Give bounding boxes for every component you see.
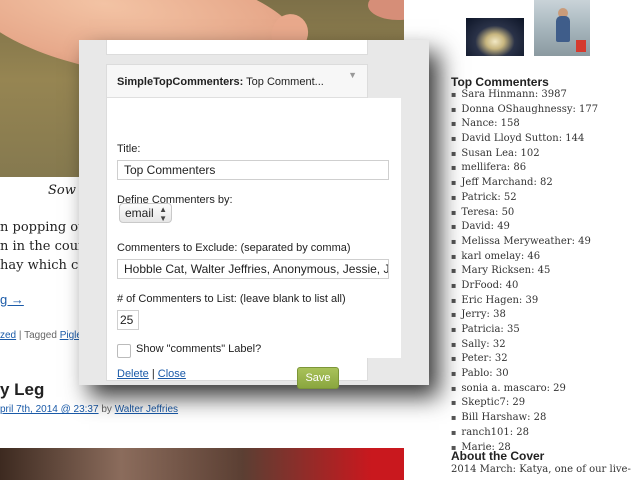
about-cover-text: 2014 March: Katya, one of our live- [451, 464, 631, 475]
top-commenters-heading: Top Commenters [451, 75, 549, 89]
commenter-item: Sara Hinmann: 3987 [451, 88, 598, 103]
show-comments-checkbox[interactable] [117, 344, 131, 358]
widget-instance-title: Top Comment... [243, 76, 324, 88]
commenter-item: Teresa: 50 [451, 206, 598, 221]
title-label: Title: [117, 143, 141, 155]
simple-top-commenters-widget: SimpleTopCommenters: Top Comment... ▼ Ti… [106, 64, 401, 389]
commenter-item: Patricia: 35 [451, 323, 598, 338]
actions-separator: | [148, 368, 158, 380]
count-label: # of Commenters to List: (leave blank to… [117, 293, 346, 305]
thumb-person [556, 16, 570, 42]
byline-by: by [98, 404, 115, 415]
continue-reading-link[interactable]: g → [0, 292, 24, 307]
save-button[interactable]: Save [297, 367, 339, 389]
commenter-item: karl omelay: 46 [451, 250, 598, 265]
commenter-item: Melissa Meryweather: 49 [451, 235, 598, 250]
sidebar-thumbnail-room[interactable] [534, 0, 590, 56]
commenter-item: sonia a. mascaro: 29 [451, 382, 598, 397]
title-input[interactable]: Top Commenters [117, 160, 389, 180]
define-commenters-value: email [125, 206, 154, 220]
count-input[interactable]: 25 [117, 310, 139, 330]
category-link[interactable]: zed [0, 330, 16, 341]
post-meta: zed | Tagged Piglets [0, 330, 90, 341]
commenter-item: mellifera: 86 [451, 161, 598, 176]
commenter-item: DrFood: 40 [451, 279, 598, 294]
commenter-item: Skeptic7: 29 [451, 396, 598, 411]
about-cover-heading: About the Cover [451, 449, 545, 463]
commenter-item: Bill Harshaw: 28 [451, 411, 598, 426]
meta-separator: | Tagged [16, 330, 60, 341]
commenter-item: Sally: 32 [451, 338, 598, 353]
close-link[interactable]: Close [158, 368, 186, 380]
commenter-item: Susan Lea: 102 [451, 147, 598, 162]
previous-widget-edge [106, 40, 368, 55]
define-commenters-select[interactable]: email ▲ ▼ [119, 203, 172, 223]
post-text-line-1: n popping out [0, 220, 92, 235]
commenter-item: David Lloyd Sutton: 144 [451, 132, 598, 147]
thumb-red-object [576, 40, 586, 52]
author-link[interactable]: Walter Jeffries [115, 404, 178, 415]
commenter-item: Pablo: 30 [451, 367, 598, 382]
commenter-item: Jerry: 38 [451, 308, 598, 323]
commenter-item: Jeff Marchand: 82 [451, 176, 598, 191]
pig-snout [368, 0, 404, 20]
commenter-item: Eric Hagen: 39 [451, 294, 598, 309]
widget-form: Title: Top Commenters Define Commenters … [117, 98, 401, 389]
post-date-link[interactable]: pril 7th, 2014 @ 23:37 [0, 404, 99, 415]
next-post-title[interactable]: y Leg [0, 380, 44, 400]
widget-actions: Delete | Close [117, 368, 186, 380]
exclude-input[interactable]: Hobble Cat, Walter Jeffries, Anonymous, … [117, 259, 389, 279]
sidebar-thumbnail-building[interactable] [466, 18, 524, 56]
top-commenters-list: Sara Hinmann: 3987 Donna OShaughnessy: 1… [451, 88, 598, 455]
commenter-item: ranch101: 28 [451, 426, 598, 441]
commenter-item: Nance: 158 [451, 117, 598, 132]
commenter-item: Mary Ricksen: 45 [451, 264, 598, 279]
commenter-item: David: 49 [451, 220, 598, 235]
widget-editor-overlay: SimpleTopCommenters: Top Comment... ▼ Ti… [79, 40, 429, 389]
next-post-photo [0, 448, 404, 480]
collapse-arrow-icon[interactable]: ▼ [348, 65, 357, 85]
widget-type-label: SimpleTopCommenters: [117, 76, 244, 88]
widget-title-bar[interactable]: SimpleTopCommenters: Top Comment... ▼ [107, 65, 367, 98]
commenter-item: Donna OShaughnessy: 177 [451, 103, 598, 118]
exclude-label: Commenters to Exclude: (separated by com… [117, 242, 351, 254]
select-updown-icon: ▲ ▼ [159, 205, 167, 223]
commenter-item: Patrick: 52 [451, 191, 598, 206]
commenter-item: Peter: 32 [451, 352, 598, 367]
delete-link[interactable]: Delete [117, 368, 149, 380]
show-comments-label: Show "comments" Label? [136, 343, 262, 355]
next-post-byline: pril 7th, 2014 @ 23:37 by Walter Jeffrie… [0, 404, 178, 415]
